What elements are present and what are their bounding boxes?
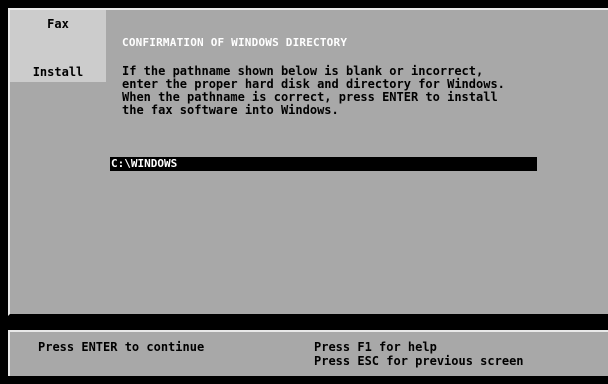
dos-installer-screen: Fax Install CONFIRMATION OF WINDOWS DIRE… xyxy=(0,0,608,384)
side-tab-title: Fax xyxy=(47,17,69,31)
page-title: CONFIRMATION OF WINDOWS DIRECTORY xyxy=(122,36,348,49)
continue-hint: Press ENTER to continue xyxy=(38,340,205,354)
instructions-text: If the pathname shown below is blank or … xyxy=(122,64,505,117)
side-tab: Fax Install xyxy=(10,10,106,82)
help-hint: Press F1 for help xyxy=(314,340,437,354)
side-tab-subtitle: Install xyxy=(32,65,84,79)
back-hint: Press ESC for previous screen xyxy=(314,354,524,368)
windows-path-input[interactable] xyxy=(110,157,537,171)
